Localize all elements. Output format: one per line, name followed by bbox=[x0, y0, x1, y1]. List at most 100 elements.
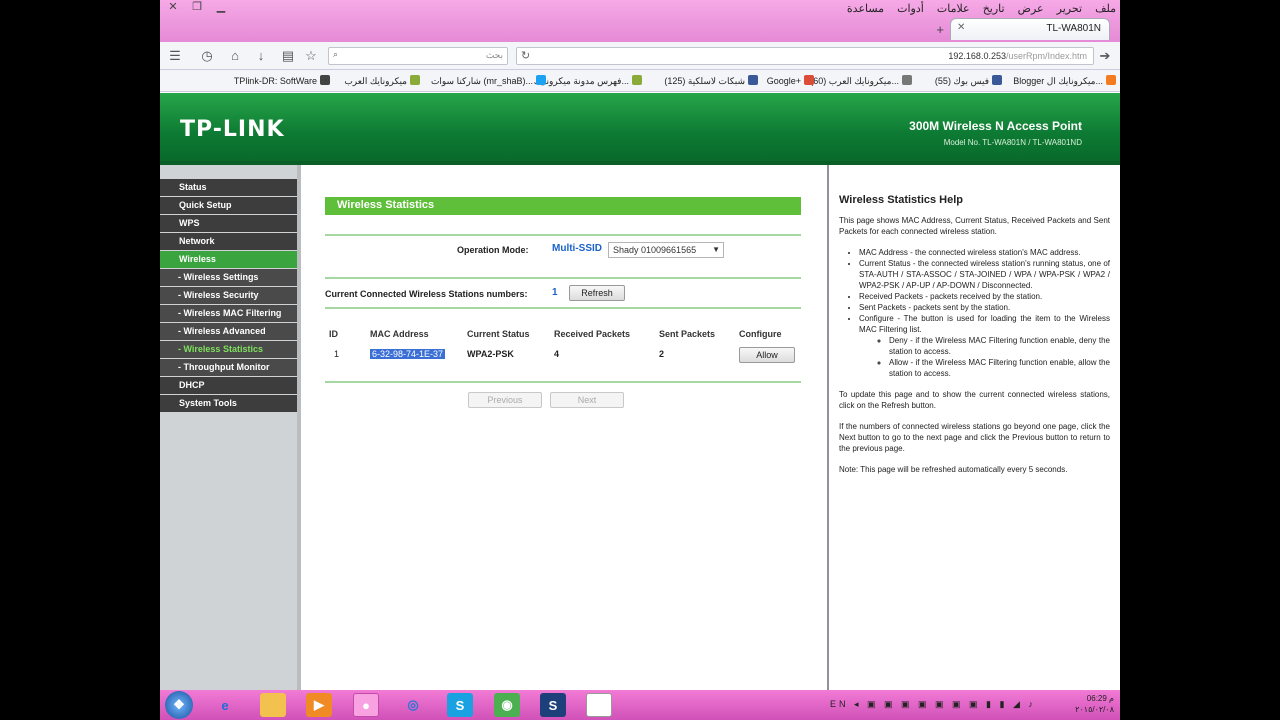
stations-count-value: 1 bbox=[552, 287, 558, 298]
tray-icons[interactable]: EN ◂ ▣ ▣ ▣ ▣ ▣ ▣ ▣ ▮ ▮ ◢ ♪ bbox=[830, 699, 1036, 710]
downloads-icon[interactable]: ↓ bbox=[252, 47, 270, 65]
bookmark-favicon-icon bbox=[410, 75, 420, 85]
bookmark-favicon-icon bbox=[320, 75, 330, 85]
help-sublist: Deny - if the Wireless MAC Filtering fun… bbox=[889, 335, 1110, 379]
sidebar-item-system-tools[interactable]: System Tools bbox=[160, 395, 297, 412]
screen-recorder-icon[interactable]: S bbox=[540, 693, 566, 717]
folder-icon[interactable] bbox=[260, 693, 286, 717]
new-tab-button[interactable]: + bbox=[936, 22, 944, 37]
divider bbox=[325, 277, 801, 279]
model-number: Model No. TL-WA801N / TL-WA801ND bbox=[943, 138, 1082, 147]
sidebar-item-status[interactable]: Status bbox=[160, 179, 297, 196]
sidebar-item-dhcp[interactable]: DHCP bbox=[160, 377, 297, 394]
next-button[interactable]: Next bbox=[550, 392, 624, 408]
search-icon: ⌕ bbox=[333, 49, 339, 59]
sidebar-item-wireless-advanced[interactable]: - Wireless Advanced bbox=[160, 323, 297, 340]
bookmark-item[interactable]: شاركنا سوات (mr_shaB)... bbox=[431, 75, 546, 87]
bookmark-favicon-icon bbox=[748, 75, 758, 85]
sidebar-item-throughput-monitor[interactable]: - Throughput Monitor bbox=[160, 359, 297, 376]
bookmark-favicon-icon bbox=[632, 75, 642, 85]
browser-tab[interactable]: ✕ TL-WA801N bbox=[950, 18, 1110, 40]
menu-bar: ملف تحرير عرض تاريخ علامات أدوات مساعدة bbox=[837, 2, 1116, 15]
network-app-icon[interactable]: ◎ bbox=[400, 693, 426, 717]
bookmark-favicon-icon bbox=[1106, 75, 1116, 85]
window-controls: ✕ ❐ ▁ bbox=[164, 1, 230, 13]
clock[interactable]: 06:29 م ٢٠١٥/٠٢/٠٨ bbox=[1075, 693, 1114, 715]
table-header-configure: Configure bbox=[739, 329, 782, 339]
table-header-mac: MAC Address bbox=[370, 329, 429, 339]
help-subitem-allow: Allow - if the Wireless MAC Filtering fu… bbox=[889, 357, 1110, 379]
home-icon[interactable]: ⌂ bbox=[226, 47, 244, 65]
menu-item[interactable]: أدوات bbox=[897, 3, 924, 15]
bookmark-item[interactable]: TPlink-DR: SoftWare bbox=[234, 75, 330, 86]
sidebar-item-wireless-statistics[interactable]: - Wireless Statistics bbox=[160, 341, 297, 358]
refresh-button[interactable]: Refresh bbox=[569, 285, 625, 301]
router-header: TP-LINK 300M Wireless N Access Point Mod… bbox=[160, 93, 1120, 161]
reload-icon[interactable]: ↻ bbox=[521, 49, 530, 62]
clipboard-icon[interactable]: ▤ bbox=[279, 47, 297, 65]
row-mac-address[interactable]: 6-32-98-74-1E-37 bbox=[370, 349, 446, 359]
bookmark-item[interactable]: Blogger ميكرونايك ال... bbox=[1013, 75, 1116, 87]
previous-button[interactable]: Previous bbox=[468, 392, 542, 408]
go-arrow-icon[interactable]: ➔ bbox=[1096, 47, 1114, 65]
address-bar[interactable]: ↻ 192.168.0.253/userRpm/Index.htm bbox=[516, 47, 1094, 65]
restore-window-icon[interactable]: ❐ bbox=[188, 1, 206, 13]
bookmark-favicon-icon bbox=[536, 75, 546, 85]
divider bbox=[325, 381, 801, 383]
bookmark-item[interactable]: فهرس مدونة ميكرونايك... bbox=[534, 75, 642, 87]
minimize-window-icon[interactable]: ▁ bbox=[212, 1, 230, 13]
navigation-toolbar: ☰ ◷ ⌂ ↓ ▤ ☆ ⌕ بحث ↻ 192.168.0.253/userRp… bbox=[160, 42, 1120, 70]
bookmark-item[interactable]: Google+ bbox=[767, 75, 814, 86]
bookmark-star-icon[interactable]: ☆ bbox=[302, 47, 320, 65]
firefox-icon[interactable]: ● bbox=[353, 693, 379, 717]
help-item-received: Received Packets - packets received by t… bbox=[859, 291, 1110, 302]
table-header-sent: Sent Packets bbox=[659, 329, 716, 339]
bookmark-item[interactable]: ميكرونايك العرب bbox=[344, 75, 420, 87]
screen: ✕ ❐ ▁ ملف تحرير عرض تاريخ علامات أدوات م… bbox=[160, 0, 1120, 720]
row-sent-packets: 2 bbox=[659, 349, 665, 359]
help-note: Note: This page will be refreshed automa… bbox=[839, 465, 1068, 474]
row-status: WPA2-PSK bbox=[467, 349, 514, 359]
operation-mode-label: Operation Mode: bbox=[457, 245, 529, 255]
close-window-icon[interactable]: ✕ bbox=[164, 1, 182, 13]
menu-item[interactable]: ملف bbox=[1095, 3, 1116, 15]
help-list: MAC Address - the connected wireless sta… bbox=[859, 247, 1110, 379]
divider bbox=[325, 234, 801, 236]
sidebar-item-wireless-mac-filtering[interactable]: - Wireless MAC Filtering bbox=[160, 305, 297, 322]
ssid-select[interactable]: Shady 01009661565 ▼ bbox=[608, 242, 724, 258]
help-update-text: To update this page and to show the curr… bbox=[839, 390, 1110, 410]
chevron-down-icon: ▼ bbox=[712, 245, 720, 254]
tp-link-logo: TP-LINK bbox=[180, 117, 285, 142]
table-header-received: Received Packets bbox=[554, 329, 631, 339]
menu-item[interactable]: مساعدة bbox=[847, 3, 884, 15]
bookmark-item[interactable]: شبكات لاسلكية (125) bbox=[664, 75, 758, 87]
page-title: Wireless Statistics bbox=[325, 197, 801, 215]
sidebar-item-wireless-settings[interactable]: - Wireless Settings bbox=[160, 269, 297, 286]
close-tab-icon[interactable]: ✕ bbox=[957, 22, 965, 33]
allow-button[interactable]: Allow bbox=[739, 347, 795, 363]
search-input[interactable]: ⌕ بحث bbox=[328, 47, 508, 65]
chrome-icon[interactable]: ◉ bbox=[494, 693, 520, 717]
help-item-mac: MAC Address - the connected wireless sta… bbox=[859, 247, 1110, 258]
menu-item[interactable]: تحرير bbox=[1057, 3, 1082, 15]
main-content: Wireless Statistics Operation Mode: Mult… bbox=[301, 165, 827, 690]
sidebar-item-network[interactable]: Network bbox=[160, 233, 297, 250]
menu-item[interactable]: علامات bbox=[937, 3, 970, 15]
bookmark-item[interactable]: ميكرونايك العرب (60)... bbox=[810, 75, 912, 87]
sidebar-item-quick-setup[interactable]: Quick Setup bbox=[160, 197, 297, 214]
sidebar-item-wps[interactable]: WPS bbox=[160, 215, 297, 232]
bookmark-item[interactable]: فيس بوك (55) bbox=[935, 75, 1002, 87]
help-panel: Wireless Statistics Help This page shows… bbox=[829, 165, 1120, 690]
window-app-icon[interactable] bbox=[586, 693, 612, 717]
history-icon[interactable]: ◷ bbox=[198, 47, 216, 65]
sidebar-item-wireless-security[interactable]: - Wireless Security bbox=[160, 287, 297, 304]
internet-explorer-icon[interactable]: e bbox=[212, 693, 238, 717]
row-id: 1 bbox=[334, 349, 340, 359]
media-player-icon[interactable]: ▶ bbox=[306, 693, 332, 717]
menu-item[interactable]: عرض bbox=[1018, 3, 1044, 15]
menu-icon[interactable]: ☰ bbox=[166, 47, 184, 65]
start-button[interactable]: ❖ bbox=[165, 691, 193, 719]
skype-icon[interactable]: S bbox=[447, 693, 473, 717]
sidebar-item-wireless[interactable]: Wireless bbox=[160, 251, 297, 268]
menu-item[interactable]: تاريخ bbox=[983, 3, 1005, 15]
